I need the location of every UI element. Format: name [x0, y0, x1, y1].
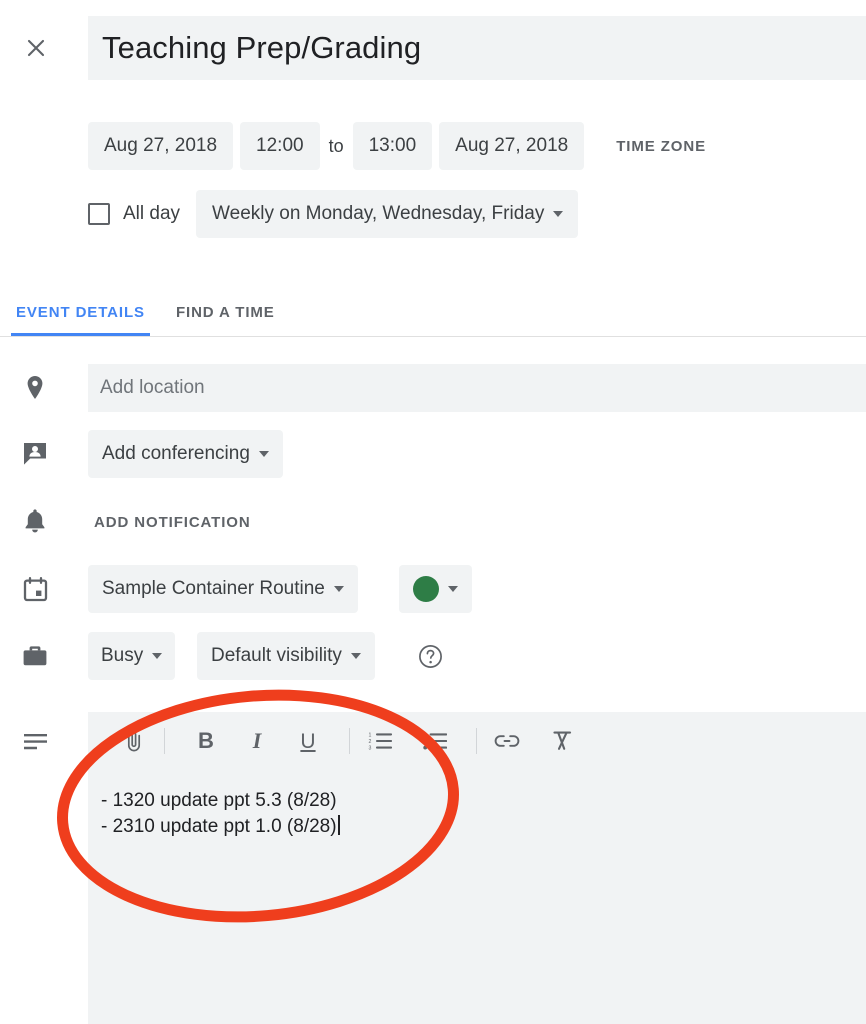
bell-icon: [20, 506, 50, 536]
italic-icon[interactable]: I: [237, 721, 277, 761]
description-lines-icon: [20, 727, 50, 757]
add-conferencing-dropdown[interactable]: Add conferencing: [88, 430, 283, 478]
help-circle-icon[interactable]: [415, 641, 445, 671]
tab-bar-divider: [0, 336, 866, 337]
tab-bar: EVENT DETAILS FIND A TIME: [0, 288, 866, 339]
calendar-icon: [20, 574, 50, 604]
start-time-chip[interactable]: 12:00: [240, 122, 320, 170]
svg-text:1: 1: [369, 732, 372, 738]
availability-label: Busy: [101, 645, 144, 666]
to-separator-label: to: [328, 135, 344, 156]
calendar-select-dropdown[interactable]: Sample Container Routine: [88, 565, 358, 613]
recurrence-label: Weekly on Monday, Wednesday, Friday: [212, 203, 545, 224]
conferencing-icon: [20, 439, 50, 469]
bold-glyph: B: [198, 728, 214, 753]
numbered-list-icon[interactable]: 1 2 3: [360, 721, 400, 761]
toolbar-divider: [164, 728, 165, 754]
chevron-down-icon: [350, 653, 361, 659]
clear-formatting-icon[interactable]: [542, 721, 582, 761]
add-notification-button[interactable]: ADD NOTIFICATION: [90, 508, 255, 537]
tab-find-a-time-label: FIND A TIME: [175, 303, 275, 321]
tab-event-details-label: EVENT DETAILS: [16, 303, 145, 321]
close-icon[interactable]: [18, 30, 54, 66]
event-editor-page: Teaching Prep/Grading Aug 27, 2018 12:00…: [0, 0, 866, 1024]
chevron-down-icon: [448, 586, 458, 592]
datetime-row: Aug 27, 2018 12:00 to 13:00 Aug 27, 2018…: [88, 122, 712, 170]
visibility-dropdown[interactable]: Default visibility: [197, 632, 375, 680]
end-time-chip[interactable]: 13:00: [352, 122, 433, 170]
toolbar-divider: [476, 728, 477, 754]
recurrence-dropdown[interactable]: Weekly on Monday, Wednesday, Friday: [196, 190, 579, 238]
all-day-label: All day: [123, 203, 181, 224]
end-date-chip[interactable]: Aug 27, 2018: [439, 122, 585, 170]
calendar-name-label: Sample Container Routine: [102, 578, 325, 599]
attach-icon[interactable]: [114, 721, 154, 761]
description-text-content: - 1320 update ppt 5.3 (8/28) - 2310 upda…: [101, 790, 337, 837]
toolbar-divider: [349, 728, 350, 754]
description-text[interactable]: - 1320 update ppt 5.3 (8/28) - 2310 upda…: [101, 788, 851, 840]
description-toolbar: B I U 1 2 3: [88, 712, 866, 770]
event-color-dropdown[interactable]: [399, 565, 472, 613]
location-input[interactable]: Add location: [88, 364, 866, 412]
description-editor[interactable]: B I U 1 2 3 - 1320 update ppt 5.3 (8/28)…: [88, 712, 866, 1024]
chevron-down-icon: [152, 653, 163, 659]
chevron-down-icon: [333, 586, 344, 592]
underline-glyph: U: [300, 729, 316, 753]
chevron-down-icon: [258, 451, 269, 457]
bold-icon[interactable]: B: [186, 721, 226, 761]
availability-dropdown[interactable]: Busy: [88, 632, 176, 680]
bulleted-list-icon[interactable]: [415, 721, 455, 761]
tab-event-details[interactable]: EVENT DETAILS: [11, 288, 150, 336]
location-pin-icon: [20, 373, 50, 403]
time-zone-button[interactable]: TIME ZONE: [610, 130, 712, 163]
event-title-input[interactable]: Teaching Prep/Grading: [88, 16, 866, 80]
all-day-row: All day Weekly on Monday, Wednesday, Fri…: [88, 190, 579, 238]
chevron-down-icon: [553, 211, 564, 217]
italic-glyph: I: [252, 728, 262, 753]
visibility-label: Default visibility: [211, 645, 342, 666]
svg-text:2: 2: [369, 739, 372, 745]
location-placeholder: Add location: [100, 377, 205, 398]
text-cursor: [337, 815, 340, 835]
briefcase-icon: [20, 641, 50, 671]
all-day-checkbox[interactable]: [88, 203, 110, 225]
svg-text:3: 3: [369, 746, 372, 751]
link-icon[interactable]: [487, 721, 527, 761]
tab-find-a-time[interactable]: FIND A TIME: [171, 288, 280, 336]
add-conferencing-label: Add conferencing: [102, 443, 250, 464]
underline-icon[interactable]: U: [288, 721, 328, 761]
start-date-chip[interactable]: Aug 27, 2018: [88, 122, 234, 170]
event-title-text: Teaching Prep/Grading: [102, 30, 422, 65]
color-swatch: [413, 576, 439, 602]
